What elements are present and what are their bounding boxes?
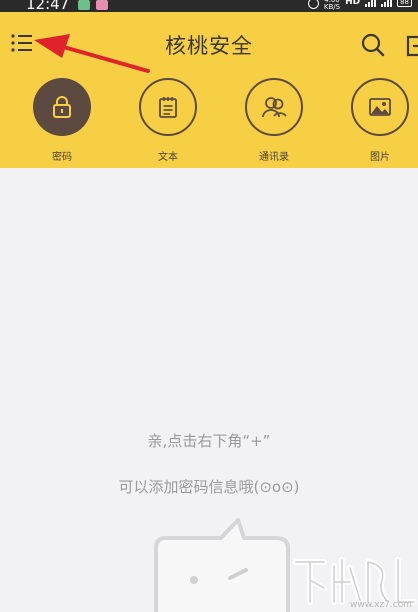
category-label: 密码 <box>52 152 72 163</box>
notepad-icon <box>159 97 177 118</box>
category-circle <box>351 78 409 136</box>
search-icon <box>361 33 385 57</box>
network-speed: 4.00 KB/S <box>323 0 341 11</box>
app-header: 核桃安全 密码 文本 通讯录 图片 <box>0 12 418 168</box>
alarm-icon <box>307 0 319 9</box>
empty-face-illustration <box>154 518 290 612</box>
empty-state-hint: 亲,点击右下角“+” <box>147 432 271 450</box>
signal-icon <box>381 0 393 7</box>
search-button[interactable] <box>360 32 386 58</box>
contacts-icon <box>262 97 287 118</box>
status-indicators: 4.00 KB/S HD 88 <box>307 0 412 11</box>
more-icon <box>406 35 418 57</box>
battery-icon: 88 <box>397 0 412 7</box>
empty-state-subtext: 可以添加密码信息哦(⊙o⊙) <box>118 478 300 496</box>
category-images[interactable]: 图片 <box>340 78 418 163</box>
image-icon <box>369 98 391 116</box>
category-circle <box>33 78 91 136</box>
category-label: 文本 <box>158 152 178 163</box>
category-label: 图片 <box>370 152 390 163</box>
signal-icon <box>365 0 377 7</box>
more-button[interactable] <box>405 34 418 58</box>
title-row: 核桃安全 <box>0 12 418 74</box>
status-bar: 12:47 4.00 KB/S HD 88 <box>0 0 418 12</box>
app-notification-icon <box>96 0 108 10</box>
category-password[interactable]: 密码 <box>22 78 102 163</box>
category-label: 通讯录 <box>259 152 289 163</box>
page-title: 核桃安全 <box>165 34 253 58</box>
category-circle <box>245 78 303 136</box>
watermark-url: www.xz7.com <box>350 600 412 610</box>
category-contacts[interactable]: 通讯录 <box>234 78 314 163</box>
status-time: 12:47 <box>26 0 70 12</box>
category-circle <box>139 78 197 136</box>
app-notification-icon <box>78 0 90 10</box>
lock-icon <box>53 96 71 118</box>
category-bar: 密码 文本 通讯录 图片 <box>0 78 418 168</box>
hd-indicator: HD <box>345 0 361 7</box>
category-text[interactable]: 文本 <box>128 78 208 163</box>
